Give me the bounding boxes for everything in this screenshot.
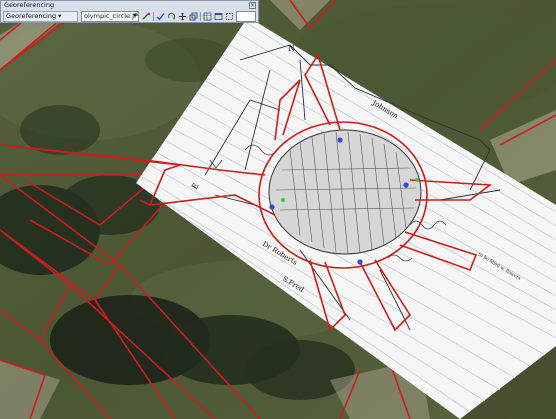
toolbar-divider <box>200 12 201 21</box>
control-point-marker[interactable] <box>269 204 275 210</box>
control-point-marker[interactable] <box>415 178 419 182</box>
layer-select-value: olympic_circle.JPG <box>84 12 139 20</box>
control-point-marker[interactable] <box>337 137 343 143</box>
georeferencing-menu-button[interactable]: Georeferencing ▾ <box>3 11 78 22</box>
close-button[interactable]: × <box>249 2 256 9</box>
control-point-marker[interactable] <box>403 182 409 188</box>
shift-icon[interactable] <box>178 12 187 21</box>
layer-select[interactable]: olympic_circle.JPG ▼ <box>81 11 139 22</box>
georeferencing-toolbar: Georeferencing × Georeferencing ▾ olympi… <box>0 0 259 23</box>
auto-adjust-icon[interactable] <box>156 12 165 21</box>
toolbar-divider <box>153 12 154 21</box>
view-link-table-icon[interactable] <box>203 12 212 21</box>
sketch-oval <box>268 129 422 255</box>
fit-to-display-icon[interactable] <box>225 12 234 21</box>
viewer-icon[interactable] <box>214 12 223 21</box>
scale-icon[interactable] <box>189 12 198 21</box>
chevron-down-icon[interactable]: ▼ <box>133 12 137 21</box>
toolbar-row: Georeferencing ▾ olympic_circle.JPG ▼ <box>3 11 256 22</box>
map-canvas[interactable]: N E Johnson Dr Roberts S.Fred to be fill… <box>0 0 556 419</box>
control-point-marker[interactable] <box>281 198 285 202</box>
rotation-input[interactable] <box>236 11 256 22</box>
add-control-points-icon[interactable] <box>142 12 151 21</box>
rotate-icon[interactable] <box>167 12 176 21</box>
sketch-north-label: N <box>288 44 295 53</box>
toolbar-title: Georeferencing <box>4 1 55 9</box>
control-point-marker[interactable] <box>357 259 363 265</box>
